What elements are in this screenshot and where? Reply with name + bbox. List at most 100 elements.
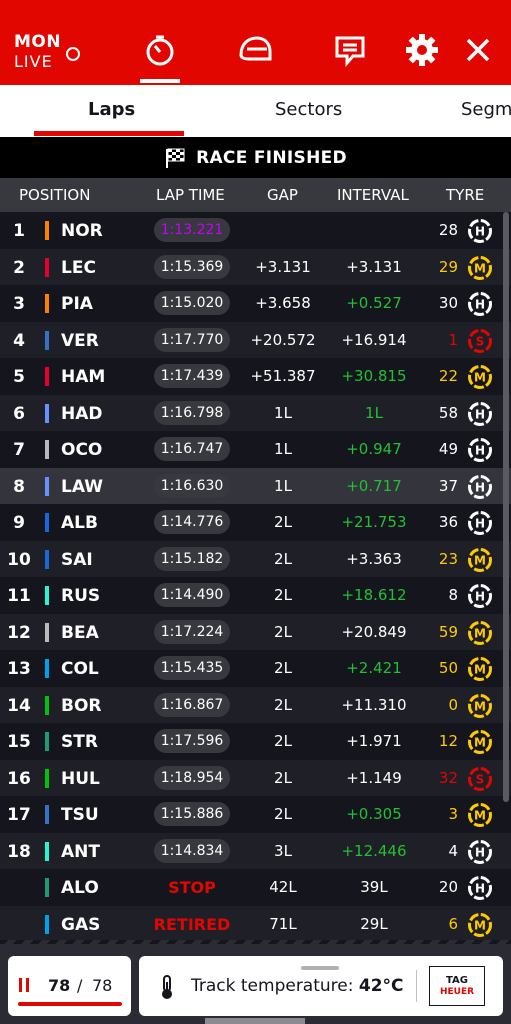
driver-code: ALO	[61, 878, 99, 898]
table-row[interactable]: 9 ALB 1:14.776 2L +21.753 36 H	[0, 504, 511, 541]
tyre-compound-icon: H	[467, 474, 493, 500]
table-row[interactable]: 15 STR 1:17.596 2L +1.971 12 M	[0, 723, 511, 760]
table-row[interactable]: 7 OCO 1:16.747 1L +0.947 49 H	[0, 431, 511, 468]
svg-text:M: M	[474, 736, 486, 750]
svg-text:H: H	[475, 517, 485, 531]
lap-time: 1:17.224	[154, 619, 230, 644]
pause-bars-icon	[19, 978, 29, 992]
tab-sectors[interactable]: Sectors	[275, 99, 342, 120]
tyre-laps: 32	[438, 768, 458, 787]
chequered-flag-icon	[166, 148, 185, 168]
lap-progress-fill	[18, 1002, 122, 1006]
lap-progress-bar	[18, 1002, 122, 1006]
timer-icon[interactable]	[140, 30, 180, 70]
table-row[interactable]: 17 TSU 1:15.886 2L +0.305 3 M	[0, 796, 511, 833]
svg-text:M: M	[474, 261, 486, 275]
team-color-bar	[45, 330, 49, 350]
thermometer-icon	[162, 975, 172, 999]
column-header-position: POSITION	[19, 186, 91, 204]
team-color-bar	[45, 622, 49, 642]
tyre-compound-icon: M	[467, 364, 493, 390]
table-row[interactable]: 18 ANT 1:14.834 3L +12.446 4 H	[0, 832, 511, 869]
lap-time: 1:14.834	[154, 838, 230, 863]
tyre-compound-icon: M	[467, 656, 493, 682]
race-status-text: RACE FINISHED	[196, 147, 347, 168]
team-color-bar	[45, 476, 49, 496]
table-row[interactable]: 13 COL 1:15.435 2L +2.421 50 M	[0, 650, 511, 687]
timing-table: 1 NOR 1:13.221 28 H 2 LEC 1:15.369 +3.131 +3.131 2…	[0, 212, 511, 942]
lap-time: 1:17.596	[154, 729, 230, 753]
live-label: LIVE	[14, 52, 53, 71]
driver-code: BOR	[61, 695, 102, 716]
lap-counter-card[interactable]: 78 / 78	[8, 956, 131, 1016]
interval-value: +3.131	[346, 257, 402, 276]
table-row[interactable]: 6 HAD 1:16.798 1L 1L 58 H	[0, 394, 511, 431]
table-row[interactable]: 12 BEA 1:17.224 2L +20.849 59 M	[0, 613, 511, 650]
table-row[interactable]: 16 HUL 1:18.954 2L +1.149 32 S	[0, 759, 511, 796]
gap-value: 1L	[274, 440, 292, 458]
tyre-compound-icon: M	[467, 693, 493, 719]
gap-value: 1L	[274, 476, 292, 495]
driver-position: 11	[7, 586, 31, 606]
driver-code: LAW	[61, 476, 103, 497]
interval-value: +16.914	[341, 330, 407, 349]
driver-code: STR	[61, 732, 98, 752]
driver-code: ANT	[61, 841, 100, 862]
lap-current: 78	[48, 976, 71, 995]
gap-value: 2L	[274, 622, 292, 641]
table-row[interactable]: 10 SAI 1:15.182 2L +3.363 23 M	[0, 540, 511, 577]
gap-value: 2L	[274, 805, 292, 823]
chat-icon[interactable]	[330, 30, 370, 70]
table-row[interactable]: GAS RETIRED 71L 29L 6 M	[0, 905, 511, 942]
tyre-compound-icon: S	[467, 766, 493, 792]
active-tab-indicator	[34, 131, 184, 136]
driver-position: 12	[7, 622, 31, 643]
home-indicator	[205, 1018, 305, 1024]
gear-icon[interactable]	[402, 30, 442, 70]
table-row[interactable]: 1 NOR 1:13.221 28 H	[0, 212, 511, 249]
tyre-laps: 58	[438, 403, 458, 422]
svg-text:H: H	[475, 444, 485, 458]
team-color-bar	[45, 695, 49, 715]
table-row[interactable]: ALO STOP 42L 39L 20 H	[0, 869, 511, 906]
helmet-icon[interactable]	[235, 30, 275, 70]
interval-value: +30.815	[341, 367, 407, 385]
table-row[interactable]: 14 BOR 1:16.867 2L +11.310 0 M	[0, 686, 511, 723]
close-icon[interactable]	[458, 30, 498, 70]
lap-time: 1:15.886	[154, 802, 230, 826]
driver-code: PIA	[61, 294, 93, 314]
table-row[interactable]: 11 RUS 1:14.490 2L +18.612 8 H	[0, 577, 511, 614]
table-row[interactable]: 8 LAW 1:16.630 1L +0.717 37 H	[0, 467, 511, 504]
track-temperature-card[interactable]: Track temperature: 42°C TAG HEUER	[139, 956, 503, 1016]
table-row[interactable]: 2 LEC 1:15.369 +3.131 +3.131 29 M	[0, 248, 511, 285]
table-row[interactable]: 3 PIA 1:15.020 +3.658 +0.527 30 H	[0, 285, 511, 322]
column-header-lap-time: LAP TIME	[156, 186, 225, 204]
column-header-interval: INTERVAL	[337, 186, 409, 204]
scrollbar[interactable]	[503, 212, 509, 802]
team-color-bar	[45, 914, 49, 934]
top-bar: MON LIVE	[0, 0, 511, 85]
table-row[interactable]: 5 HAM 1:17.439 +51.387 +30.815 22 M	[0, 358, 511, 395]
driver-position: 15	[7, 732, 31, 752]
drag-handle[interactable]	[301, 966, 339, 970]
driver-position: 5	[13, 367, 25, 387]
session-indicator[interactable]: MON LIVE	[14, 32, 61, 72]
team-color-bar	[45, 440, 49, 459]
tyre-laps: 4	[448, 841, 458, 860]
lap-time: 1:17.439	[154, 364, 230, 388]
tyre-compound-icon: H	[467, 839, 493, 865]
temp-label-text: Track temperature:	[191, 976, 359, 996]
track-temperature-label: Track temperature: 42°C	[191, 976, 404, 996]
table-row[interactable]: 4 VER 1:17.770 +20.572 +16.914 1 S	[0, 321, 511, 358]
gap-value: +3.131	[255, 257, 311, 276]
tyre-compound-icon: S	[467, 328, 493, 354]
gap-value: 1L	[274, 403, 292, 422]
svg-text:M: M	[474, 371, 486, 385]
interval-value: +20.849	[341, 622, 407, 641]
lap-time: 1:14.776	[154, 510, 230, 534]
tab-segments[interactable]: Segm	[461, 99, 511, 120]
tab-laps[interactable]: Laps	[88, 99, 135, 120]
interval-value: 1L	[365, 403, 383, 422]
tyre-compound-icon: H	[467, 291, 493, 317]
lap-time: 1:15.182	[154, 546, 230, 571]
